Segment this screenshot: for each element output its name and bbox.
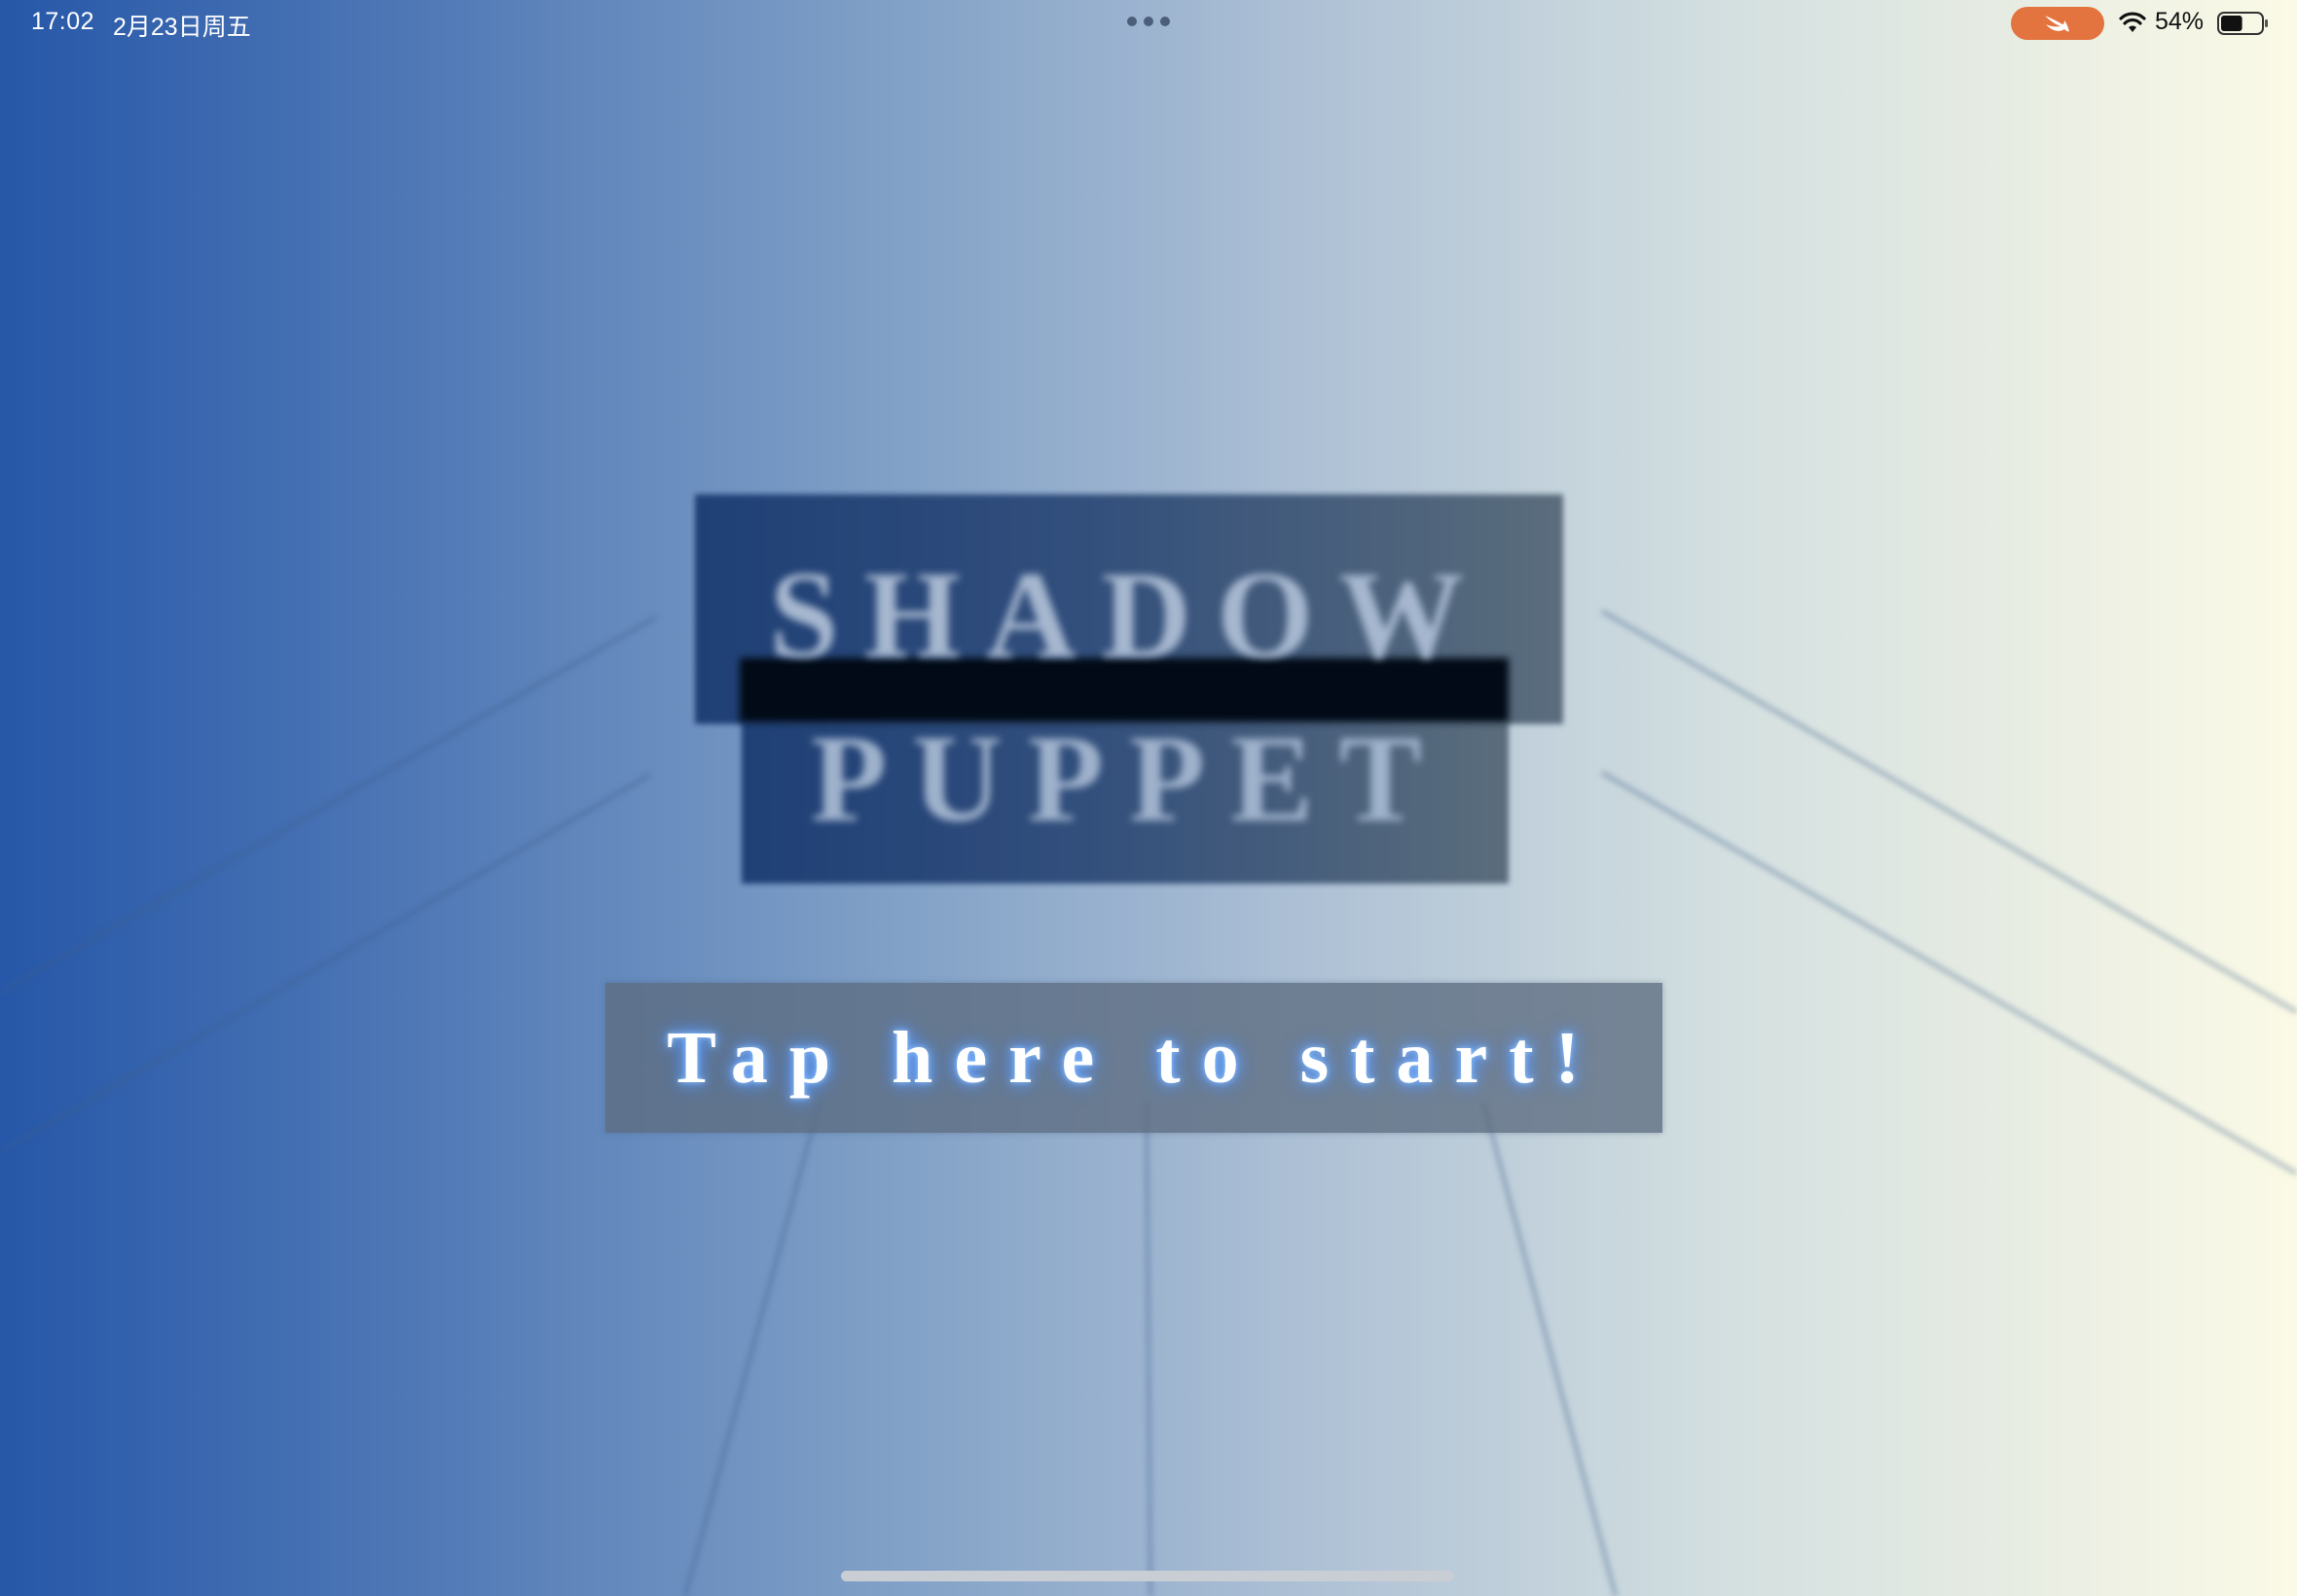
game-title-line-2: PUPPET [811, 709, 1447, 848]
wifi-icon [2119, 12, 2146, 32]
game-title-line-1: SHADOW [769, 546, 1489, 684]
battery-percentage: 54% [2155, 8, 2205, 35]
status-bar: 17:02 2月23日周五 54% [0, 0, 2297, 47]
home-indicator[interactable] [841, 1571, 1454, 1581]
status-date: 2月23日周五 [113, 14, 251, 41]
battery-icon [2217, 12, 2268, 35]
start-button-label: Tap here to start! [667, 1017, 1601, 1099]
swift-icon [2045, 16, 2069, 32]
swift-playgrounds-pill[interactable] [2011, 7, 2104, 40]
start-button[interactable]: Tap here to start! [605, 983, 1662, 1133]
multitask-dots-icon[interactable] [1127, 17, 1170, 26]
status-time: 17:02 [31, 8, 95, 35]
